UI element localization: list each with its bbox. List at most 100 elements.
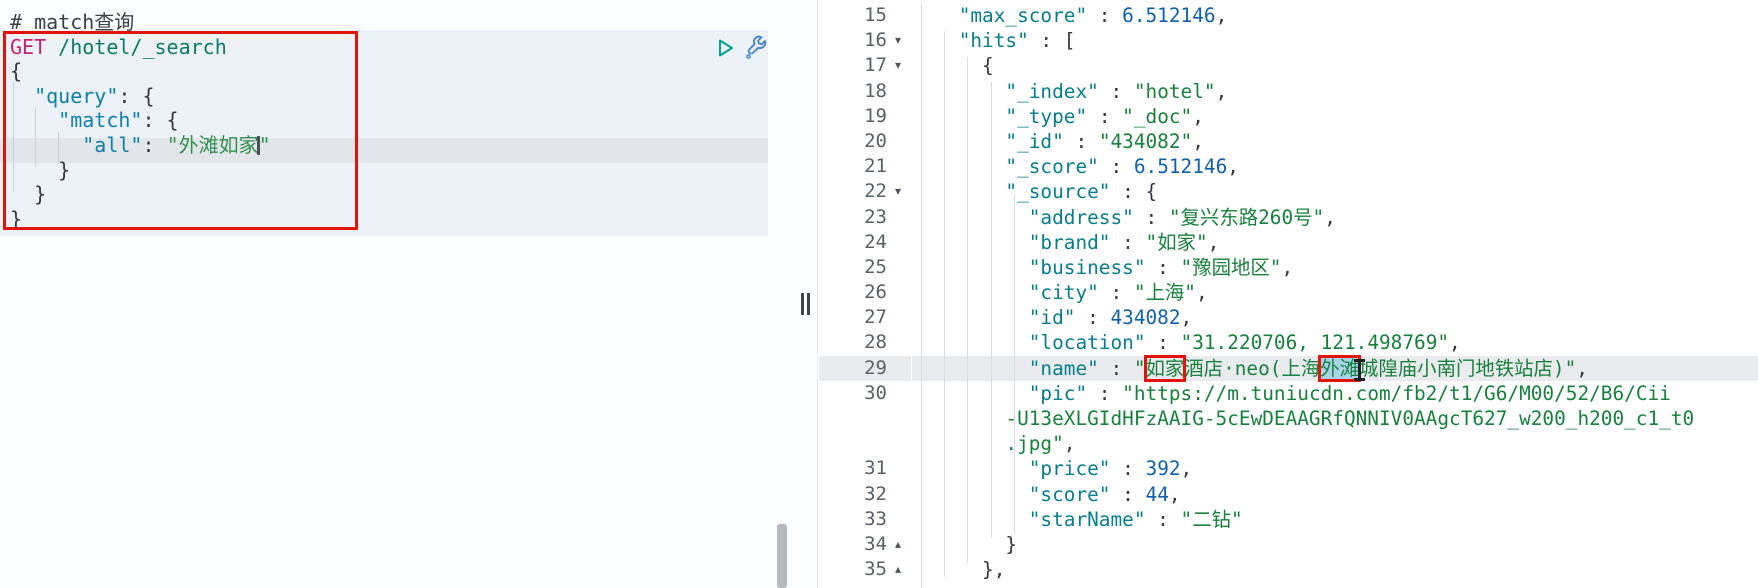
code-token: : bbox=[1110, 457, 1146, 481]
response-line: "location" : "31.220706, 121.498769", bbox=[912, 330, 1758, 355]
code-token: "hotel" bbox=[1133, 79, 1216, 103]
code-token: { bbox=[912, 54, 994, 78]
response-line-number-gutter: 15 16 ▾ 17 ▾ 18 19 20 21 22 ▾ 23 24 25 26 27 28 29 30 31 32 3… bbox=[819, 3, 911, 582]
console-window: # match查询 GET /hotel/_search{ "query": { … bbox=[0, 0, 1758, 588]
line-number: 19 bbox=[864, 104, 887, 127]
code-token: : bbox=[1063, 129, 1099, 153]
line-number: 24 bbox=[864, 230, 887, 253]
response-line: "address" : "复兴东路260号", bbox=[912, 205, 1758, 230]
fold-toggle-icon[interactable]: ▾ bbox=[887, 53, 909, 78]
gutter-line: 19 bbox=[819, 104, 911, 129]
request-editor-panel[interactable]: # match查询 GET /hotel/_search{ "query": { … bbox=[0, 0, 818, 588]
code-token: "id" bbox=[1028, 306, 1076, 330]
code-token: "_score" bbox=[1005, 155, 1099, 179]
code-token: 6.512146 bbox=[1122, 4, 1216, 27]
line-number: 25 bbox=[864, 255, 887, 278]
line-number: 16 bbox=[864, 29, 887, 52]
gutter-line bbox=[819, 406, 911, 431]
fold-toggle-icon[interactable]: ▴ bbox=[887, 557, 909, 582]
gutter-line: 20 bbox=[819, 129, 911, 154]
code-token: "business" bbox=[1028, 255, 1146, 279]
line-number: 21 bbox=[864, 155, 887, 178]
indent-guide bbox=[967, 57, 968, 563]
gutter-line: 32 bbox=[819, 482, 911, 507]
code-token: : bbox=[1145, 507, 1181, 531]
gutter-line: 17 ▾ bbox=[819, 53, 911, 78]
code-token: , bbox=[1063, 432, 1076, 456]
panel-splitter-handle[interactable] bbox=[801, 293, 810, 315]
line-number: 33 bbox=[864, 507, 887, 530]
line-number: 20 bbox=[864, 129, 887, 152]
code-token: : bbox=[1110, 230, 1146, 254]
code-token: , bbox=[1192, 129, 1204, 153]
response-line: "price" : 392, bbox=[912, 456, 1758, 481]
code-token: "score" bbox=[1028, 482, 1111, 506]
response-line: "business" : "豫园地区", bbox=[912, 255, 1758, 280]
code-token: -U13eXLGIdHFzAAIG-5cEwDEAAGRfQNNIV0AAgcT… bbox=[1005, 407, 1695, 430]
red-annotation-box-token: 如家 bbox=[1143, 354, 1187, 382]
code-token: " bbox=[1133, 356, 1146, 380]
indent-guide bbox=[1014, 194, 1015, 534]
code-token: "二钻" bbox=[1180, 507, 1243, 531]
line-number: 26 bbox=[864, 281, 887, 304]
code-token: "_id" bbox=[1005, 129, 1064, 153]
response-line: "id" : 434082, bbox=[912, 305, 1758, 330]
response-line: "_id" : "434082", bbox=[912, 129, 1758, 154]
play-icon[interactable] bbox=[713, 36, 737, 60]
response-line: .jpg", bbox=[912, 431, 1758, 456]
line-number: 32 bbox=[864, 482, 887, 505]
wrench-icon[interactable] bbox=[740, 32, 768, 62]
line-number: 17 bbox=[864, 54, 887, 77]
code-token: : bbox=[1087, 4, 1123, 27]
code-token: , bbox=[1207, 230, 1220, 254]
response-line: "score" : 44, bbox=[912, 482, 1758, 507]
code-token: "434082" bbox=[1098, 129, 1193, 153]
code-token: 酒店·neo(上海 bbox=[1184, 356, 1321, 380]
code-token: "address" bbox=[1028, 205, 1134, 229]
code-token: } bbox=[912, 532, 1018, 556]
gutter-line: 29 bbox=[819, 355, 911, 381]
code-token: "pic" bbox=[1028, 381, 1088, 405]
line-number: 15 bbox=[864, 4, 887, 26]
code-token: : bbox=[1145, 331, 1181, 355]
code-token: "豫园地区" bbox=[1180, 255, 1282, 279]
gutter-line: 27 bbox=[819, 305, 911, 330]
indent-guide bbox=[944, 31, 945, 577]
response-json-content: "max_score" : 6.512146, "hits" : [ { "_i… bbox=[912, 3, 1758, 588]
code-token: "price" bbox=[1028, 457, 1111, 481]
gutter-line: 35 ▴ bbox=[819, 557, 911, 582]
fold-toggle-icon[interactable]: ▾ bbox=[887, 179, 909, 204]
response-line: "max_score" : 6.512146, bbox=[912, 3, 1758, 28]
fold-toggle-icon[interactable]: ▾ bbox=[887, 28, 909, 53]
code-token: "name" bbox=[1028, 356, 1099, 380]
code-token: 434082 bbox=[1110, 306, 1181, 330]
code-token: : bbox=[1075, 306, 1111, 330]
gutter-line bbox=[819, 431, 911, 456]
code-token: "https://m.tuniucdn.com/fb2/t1/G6/M00/52… bbox=[1122, 381, 1671, 405]
response-line: "starName" : "二钻" bbox=[912, 507, 1758, 532]
line-number: 28 bbox=[864, 331, 887, 354]
gutter-line: 26 bbox=[819, 280, 911, 305]
code-token: : bbox=[1087, 381, 1123, 405]
gutter-line: 28 bbox=[819, 330, 911, 355]
line-number: 35 bbox=[864, 558, 887, 581]
fold-toggle-icon[interactable]: ▴ bbox=[887, 532, 909, 557]
line-number: 27 bbox=[864, 306, 887, 329]
gutter-line: 16 ▾ bbox=[819, 28, 911, 53]
editor-vertical-scrollbar[interactable] bbox=[777, 524, 787, 588]
response-line: "brand" : "如家", bbox=[912, 230, 1758, 255]
response-line: "_score" : 6.512146, bbox=[912, 154, 1758, 179]
code-token: "如家" bbox=[1145, 230, 1208, 254]
code-token: , bbox=[1227, 155, 1239, 179]
gutter-line: 31 bbox=[819, 456, 911, 481]
code-token: : [ bbox=[1028, 29, 1076, 53]
